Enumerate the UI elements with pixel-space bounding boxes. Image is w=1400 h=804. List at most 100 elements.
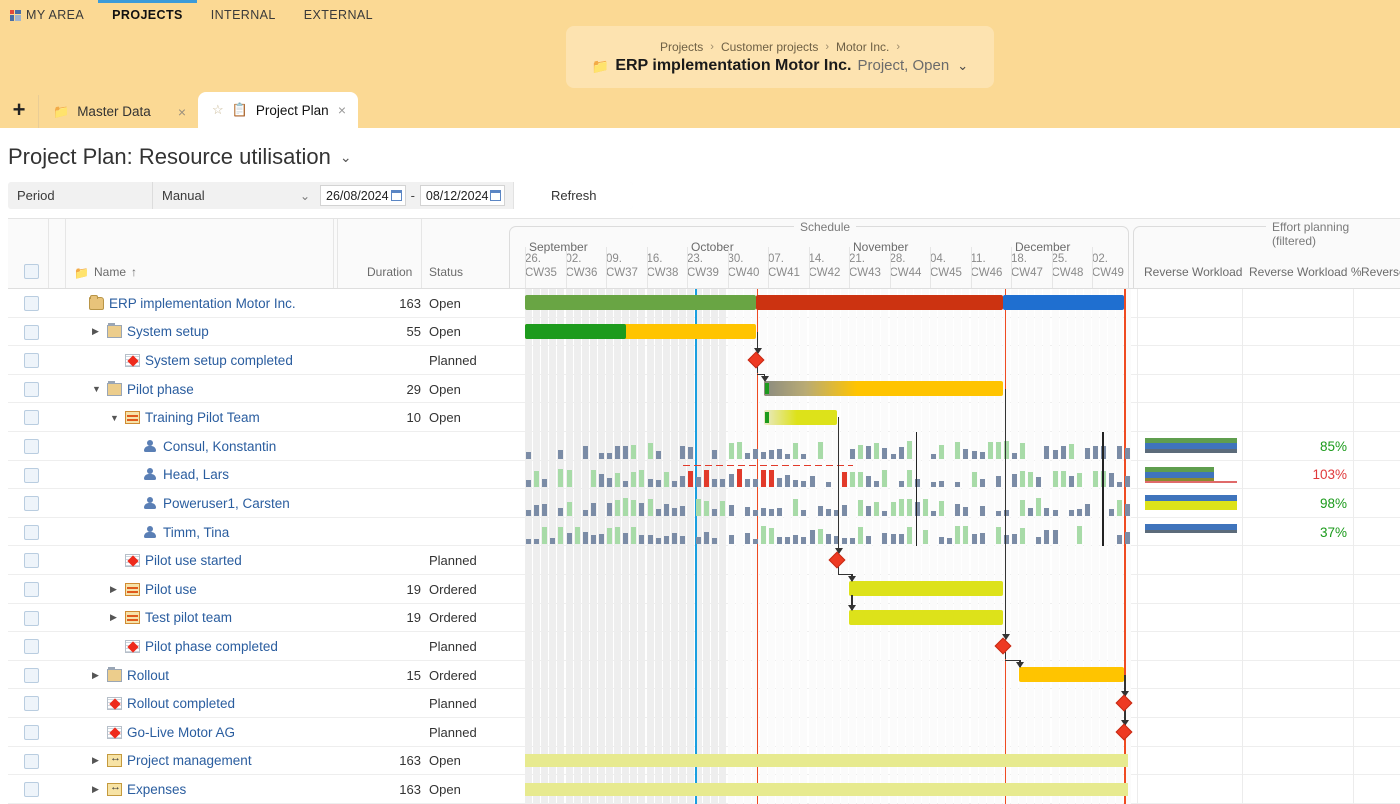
row-name-cell[interactable]: ▼ Pilot phase <box>92 375 194 404</box>
gantt-day-column <box>978 289 986 804</box>
histogram-bar <box>744 533 750 545</box>
row-name-cell[interactable]: ERP implementation Motor Inc. <box>74 289 296 318</box>
gantt-bar[interactable] <box>849 609 1003 625</box>
gantt-bar[interactable] <box>525 782 1129 796</box>
row-checkbox[interactable] <box>24 610 39 626</box>
row-name-cell[interactable]: ▶ Pilot use <box>110 575 197 604</box>
row-name-cell[interactable]: Consul, Konstantin <box>128 432 276 461</box>
row-name-cell[interactable]: Go-Live Motor AG <box>92 718 235 747</box>
breadcrumb-item-projects[interactable]: Projects <box>660 40 703 54</box>
calendar-icon[interactable] <box>490 190 502 201</box>
row-name-cell[interactable]: Pilot phase completed <box>110 632 278 661</box>
row-name-cell[interactable]: ▶ System setup <box>92 318 209 347</box>
row-checkbox[interactable] <box>24 496 39 512</box>
row-name-cell[interactable]: Pilot use started <box>110 546 242 575</box>
gantt-bar[interactable] <box>763 381 858 397</box>
period-mode-select[interactable]: Manual ⌄ <box>153 182 320 209</box>
column-header-status[interactable]: Status <box>429 218 463 288</box>
histogram-bar <box>607 478 612 488</box>
gantt-bar[interactable] <box>525 753 1129 767</box>
row-checkbox[interactable] <box>24 296 39 311</box>
chevron-down-icon[interactable]: ⌄ <box>957 58 968 74</box>
row-checkbox[interactable] <box>24 553 39 569</box>
add-tab-button[interactable]: + <box>0 92 38 128</box>
row-name-cell[interactable]: Head, Lars <box>128 461 229 490</box>
expand-twisty-icon[interactable]: ▶ <box>110 584 120 595</box>
nav-item-my-area[interactable]: MY AREA <box>8 0 98 30</box>
collapse-twisty-icon[interactable]: ▼ <box>92 384 102 394</box>
column-header-reverse[interactable]: Reverse <box>1361 218 1400 288</box>
row-name-cell[interactable]: System setup completed <box>110 346 293 375</box>
row-checkbox[interactable] <box>24 467 39 483</box>
row-checkbox[interactable] <box>24 439 39 454</box>
row-checkbox[interactable] <box>24 696 39 712</box>
breadcrumb-item-motor-inc[interactable]: Motor Inc. <box>836 40 889 54</box>
timescale-week-cell: 02. CW36 <box>566 252 607 280</box>
row-duration: 163 <box>399 295 421 311</box>
column-header-duration[interactable]: Duration <box>367 218 412 288</box>
row-name-cell[interactable]: Poweruser1, Carsten <box>128 489 290 518</box>
expand-twisty-icon[interactable]: ▶ <box>92 670 102 681</box>
object-header-card[interactable]: Projects › Customer projects › Motor Inc… <box>566 26 994 88</box>
nav-item-internal[interactable]: INTERNAL <box>197 0 290 30</box>
row-name-cell[interactable]: ▶Expenses <box>92 775 186 804</box>
close-icon[interactable]: × <box>338 102 346 118</box>
gantt-bar[interactable] <box>763 409 837 425</box>
gantt-bar[interactable] <box>525 295 756 311</box>
row-name-cell[interactable]: ▶ Rollout <box>92 661 169 690</box>
tab-master-data[interactable]: 📁 Master Data × <box>38 95 198 128</box>
expand-twisty-icon[interactable]: ▶ <box>92 326 102 337</box>
nav-item-external[interactable]: EXTERNAL <box>290 0 387 30</box>
refresh-button[interactable]: Refresh <box>513 182 633 209</box>
collapse-twisty-icon[interactable]: ▼ <box>110 413 120 423</box>
histogram-bar <box>744 479 750 488</box>
histogram-bar <box>955 526 961 545</box>
row-checkbox[interactable] <box>24 410 39 426</box>
calendar-icon[interactable] <box>390 190 402 201</box>
row-checkbox[interactable] <box>24 639 39 655</box>
expand-twisty-icon[interactable]: ▶ <box>110 612 120 623</box>
gantt-bar[interactable] <box>1019 667 1125 683</box>
row-checkbox-cell <box>24 782 39 800</box>
gantt-bar[interactable] <box>1002 295 1125 311</box>
row-name-cell[interactable]: Rollout completed <box>92 689 235 718</box>
row-name-cell[interactable]: Timm, Tina <box>128 518 229 547</box>
expand-twisty-icon[interactable]: ▶ <box>92 755 102 766</box>
row-checkbox[interactable] <box>24 324 39 340</box>
histogram-bar <box>534 504 540 516</box>
expand-twisty-icon[interactable]: ▶ <box>92 784 102 795</box>
date-to-input[interactable]: 08/12/2024 <box>419 185 506 206</box>
gantt-day-column <box>913 289 921 804</box>
gantt-bar[interactable] <box>849 581 1003 597</box>
row-name-cell[interactable]: ▼ Training Pilot Team <box>110 403 260 432</box>
column-header-reverse-workload-pct[interactable]: Reverse Workload % <box>1249 218 1362 288</box>
row-duration <box>341 489 421 518</box>
close-icon[interactable]: × <box>178 104 186 120</box>
row-checkbox[interactable] <box>24 582 39 597</box>
histogram-bar <box>1060 471 1066 488</box>
nav-item-projects[interactable]: PROJECTS <box>98 0 197 30</box>
row-checkbox[interactable] <box>24 667 39 683</box>
select-all-checkbox[interactable] <box>24 264 39 279</box>
page-title: Project Plan: Resource utilisation <box>8 144 331 169</box>
histogram-bar <box>623 533 629 545</box>
date-from-input[interactable]: 26/08/2024 <box>320 185 406 206</box>
histogram-bar <box>720 479 726 488</box>
row-name-cell[interactable]: ▶ Project management <box>92 747 252 776</box>
tab-project-plan[interactable]: ☆ 📋 Project Plan × <box>198 92 358 128</box>
gantt-bar[interactable] <box>525 323 627 339</box>
row-checkbox[interactable] <box>24 524 39 540</box>
row-checkbox[interactable] <box>24 725 39 740</box>
row-checkbox[interactable] <box>24 753 39 769</box>
column-header-name[interactable]: 📁 Name ↑ <box>74 218 137 288</box>
pin-icon[interactable]: ☆ <box>212 102 224 118</box>
row-checkbox[interactable] <box>24 353 39 369</box>
row-checkbox[interactable] <box>24 381 39 397</box>
row-checkbox-cell <box>24 582 39 600</box>
gantt-bar[interactable] <box>755 295 1003 311</box>
chevron-down-icon[interactable]: ⌄ <box>340 149 352 166</box>
row-name-cell[interactable]: ▶ Test pilot team <box>110 604 232 633</box>
row-checkbox-cell <box>24 353 39 371</box>
column-header-reverse-workload[interactable]: Reverse Workload <box>1144 218 1242 288</box>
breadcrumb-item-customer-projects[interactable]: Customer projects <box>721 40 818 54</box>
